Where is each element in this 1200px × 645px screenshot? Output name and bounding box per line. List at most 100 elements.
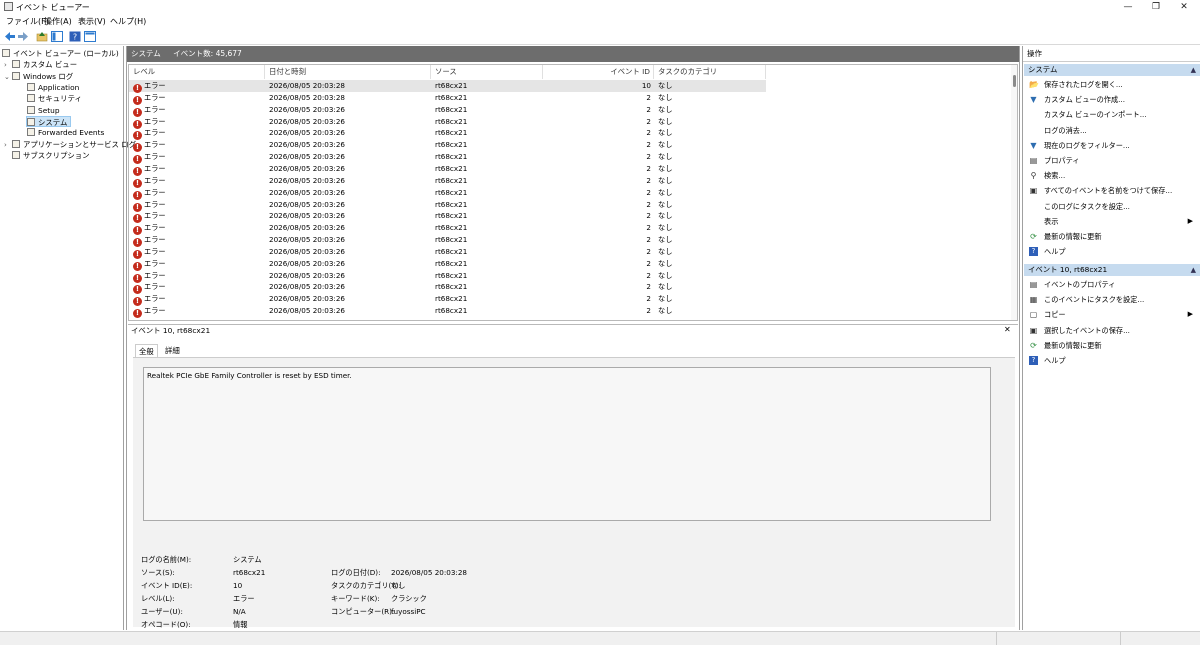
action-item[interactable]: ⟳ 最新の情報に更新 — [1023, 229, 1199, 244]
collapse-caret-icon[interactable]: ▲ — [1191, 264, 1196, 276]
collapse-caret-icon[interactable]: ▲ — [1191, 64, 1196, 76]
general-tab-panel: Realtek PCIe GbE Family Controller is re… — [133, 357, 1015, 629]
table-row[interactable]: ! エラー 2026/08/05 20:03:26 rt68cx21 2 なし — [129, 151, 766, 165]
menu-action[interactable]: 操作(A) — [44, 16, 72, 27]
vertical-scrollbar[interactable] — [1011, 65, 1017, 320]
event-message[interactable]: Realtek PCIe GbE Family Controller is re… — [143, 367, 991, 521]
actions-section-event[interactable]: イベント 10, rt68cx21 ▲ — [1024, 264, 1200, 276]
table-row[interactable]: ! エラー 2026/08/05 20:03:26 rt68cx21 2 なし — [129, 104, 766, 117]
action-item[interactable]: ▣ すべてのイベントを名前をつけて保存... — [1023, 183, 1199, 198]
opcode-value: 情報 — [233, 620, 248, 629]
tree-item-app-services-logs[interactable]: › アプリケーションとサービス ログ — [4, 139, 136, 150]
tree-item-security[interactable]: セキュリティ — [27, 93, 82, 104]
action-item[interactable]: ⚲ 検索... — [1023, 168, 1199, 183]
table-row[interactable]: ! エラー 2026/08/05 20:03:26 rt68cx21 2 なし — [129, 246, 766, 259]
table-row[interactable]: ! エラー 2026/08/05 20:03:26 rt68cx21 2 なし — [129, 175, 766, 188]
action-label: カスタム ビューのインポート... — [1044, 110, 1147, 120]
action-item[interactable]: ? ヘルプ — [1023, 244, 1199, 259]
table-row[interactable]: ! エラー 2026/08/05 20:03:26 rt68cx21 2 なし — [129, 234, 766, 248]
action-item[interactable]: ▼ カスタム ビューの作成... — [1023, 92, 1199, 107]
column-header-level[interactable]: レベル — [129, 65, 265, 79]
action-label: このイベントにタスクを設定... — [1044, 295, 1145, 305]
section-title: イベント 10, rt68cx21 — [1028, 265, 1108, 274]
expand-chevron-icon[interactable]: › — [4, 60, 12, 71]
cell-source: rt68cx21 — [435, 270, 468, 280]
minimize-button[interactable]: — — [1114, 0, 1142, 14]
tab-details[interactable]: 詳細 — [162, 344, 183, 357]
scrollbar-thumb[interactable] — [1013, 75, 1016, 87]
table-row[interactable]: ! エラー 2026/08/05 20:03:26 rt68cx21 2 なし — [129, 187, 766, 200]
action-item[interactable]: このログにタスクを設定... — [1023, 199, 1199, 214]
cell-event-id: 2 — [646, 128, 651, 138]
actions-header: 操作 — [1023, 46, 1200, 62]
action-item[interactable]: ログの消去... — [1023, 123, 1199, 138]
action-label: ヘルプ — [1044, 356, 1066, 365]
action-item[interactable]: 表示 ▶ — [1023, 214, 1199, 229]
column-header-source[interactable]: ソース — [431, 65, 543, 79]
show-hide-tree-icon[interactable] — [51, 31, 63, 42]
close-window-button[interactable]: ✕ — [1170, 0, 1198, 14]
tab-general[interactable]: 全般 — [135, 344, 158, 357]
table-row[interactable]: ! エラー 2026/08/05 20:03:26 rt68cx21 2 なし — [129, 116, 766, 129]
help-icon[interactable]: ? — [69, 31, 81, 42]
collapse-chevron-icon[interactable]: ⌄ — [4, 72, 12, 83]
tree-item-subscriptions[interactable]: サブスクリプション — [12, 150, 90, 161]
cell-datetime: 2026/08/05 20:03:26 — [269, 199, 345, 209]
action-item[interactable]: ⟳ 最新の情報に更新 — [1023, 338, 1199, 353]
table-row[interactable]: ! エラー 2026/08/05 20:03:26 rt68cx21 2 なし — [129, 210, 766, 224]
table-row[interactable]: ! エラー 2026/08/05 20:03:26 rt68cx21 2 なし — [129, 199, 766, 212]
event-viewer-app-icon — [4, 2, 13, 11]
column-header-task-category[interactable]: タスクのカテゴリ — [654, 65, 766, 79]
tree-item-windows-logs[interactable]: ⌄ Windows ログ — [4, 71, 73, 82]
cell-datetime: 2026/08/05 20:03:26 — [269, 128, 345, 138]
action-item[interactable]: ▦ このイベントにタスクを設定... — [1023, 292, 1199, 307]
tree-item-forwarded-events[interactable]: Forwarded Events — [27, 127, 104, 138]
table-row[interactable]: ! エラー 2026/08/05 20:03:28 rt68cx21 10 なし — [129, 80, 766, 93]
actions-section-system[interactable]: システム ▲ — [1024, 64, 1200, 76]
action-label: ログの消去... — [1044, 125, 1087, 135]
cell-source: rt68cx21 — [435, 104, 468, 114]
table-row[interactable]: ! エラー 2026/08/05 20:03:26 rt68cx21 2 なし — [129, 305, 766, 319]
cell-source: rt68cx21 — [435, 199, 468, 209]
close-detail-icon[interactable]: ✕ — [1004, 325, 1011, 334]
action-item[interactable]: ▤ プロパティ — [1023, 153, 1199, 168]
event-list[interactable]: レベル 日付と時刻 ソース イベント ID タスクのカテゴリ ! エラー 2026/… — [128, 64, 1018, 321]
tree-item-application[interactable]: Application — [27, 82, 79, 93]
show-hide-action-pane-icon[interactable] — [84, 31, 96, 42]
save-icon: ▣ — [1029, 325, 1038, 335]
action-item[interactable]: ▤ イベントのプロパティ — [1023, 277, 1199, 292]
menu-view[interactable]: 表示(V) — [78, 16, 106, 27]
table-row[interactable]: ! エラー 2026/08/05 20:03:28 rt68cx21 2 なし — [129, 92, 766, 105]
table-row[interactable]: ! エラー 2026/08/05 20:03:26 rt68cx21 2 なし — [129, 139, 766, 153]
cell-event-id: 2 — [646, 211, 651, 221]
column-header-event-id[interactable]: イベント ID — [543, 65, 654, 79]
action-item[interactable]: ? ヘルプ — [1023, 353, 1199, 368]
table-row[interactable]: ! エラー 2026/08/05 20:03:26 rt68cx21 2 なし — [129, 163, 766, 176]
up-folder-icon[interactable] — [36, 31, 48, 42]
tree-item-system[interactable]: システム — [26, 115, 72, 128]
menu-help[interactable]: ヘルプ(H) — [110, 16, 146, 27]
table-row[interactable]: ! エラー 2026/08/05 20:03:26 rt68cx21 2 なし — [129, 127, 766, 141]
action-item[interactable]: カスタム ビューのインポート... — [1023, 107, 1199, 122]
table-row[interactable]: ! エラー 2026/08/05 20:03:26 rt68cx21 2 なし — [129, 270, 766, 283]
action-item[interactable]: 📂 保存されたログを開く... — [1023, 77, 1199, 92]
table-row[interactable]: ! エラー 2026/08/05 20:03:26 rt68cx21 2 なし — [129, 281, 766, 295]
action-label: 表示 — [1044, 216, 1059, 226]
table-row[interactable]: ! エラー 2026/08/05 20:03:26 rt68cx21 2 なし — [129, 258, 766, 271]
menu-file[interactable]: ファイル(F) — [6, 16, 49, 27]
maximize-button[interactable]: ❐ — [1142, 0, 1170, 14]
action-item[interactable]: ▼ 現在のログをフィルター... — [1023, 138, 1199, 153]
task-category-value: なし — [391, 581, 406, 590]
tree-item-root[interactable]: イベント ビューアー (ローカル) — [2, 48, 119, 59]
action-item[interactable]: ▢ コピー ▶ — [1023, 307, 1199, 322]
back-arrow-icon[interactable] — [4, 31, 16, 42]
table-row[interactable]: ! エラー 2026/08/05 20:03:26 rt68cx21 2 なし — [129, 293, 766, 307]
expand-chevron-icon[interactable]: › — [4, 140, 12, 151]
tree-item-setup[interactable]: Setup — [27, 105, 60, 116]
table-row[interactable]: ! エラー 2026/08/05 20:03:26 rt68cx21 2 なし — [129, 222, 766, 236]
cell-source: rt68cx21 — [435, 140, 468, 150]
action-item[interactable]: ▣ 選択したイベントの保存... — [1023, 323, 1199, 338]
column-header-datetime[interactable]: 日付と時刻 — [265, 65, 431, 79]
tree-item-custom-views[interactable]: › カスタム ビュー — [4, 59, 77, 70]
forward-arrow-icon[interactable] — [17, 31, 29, 42]
